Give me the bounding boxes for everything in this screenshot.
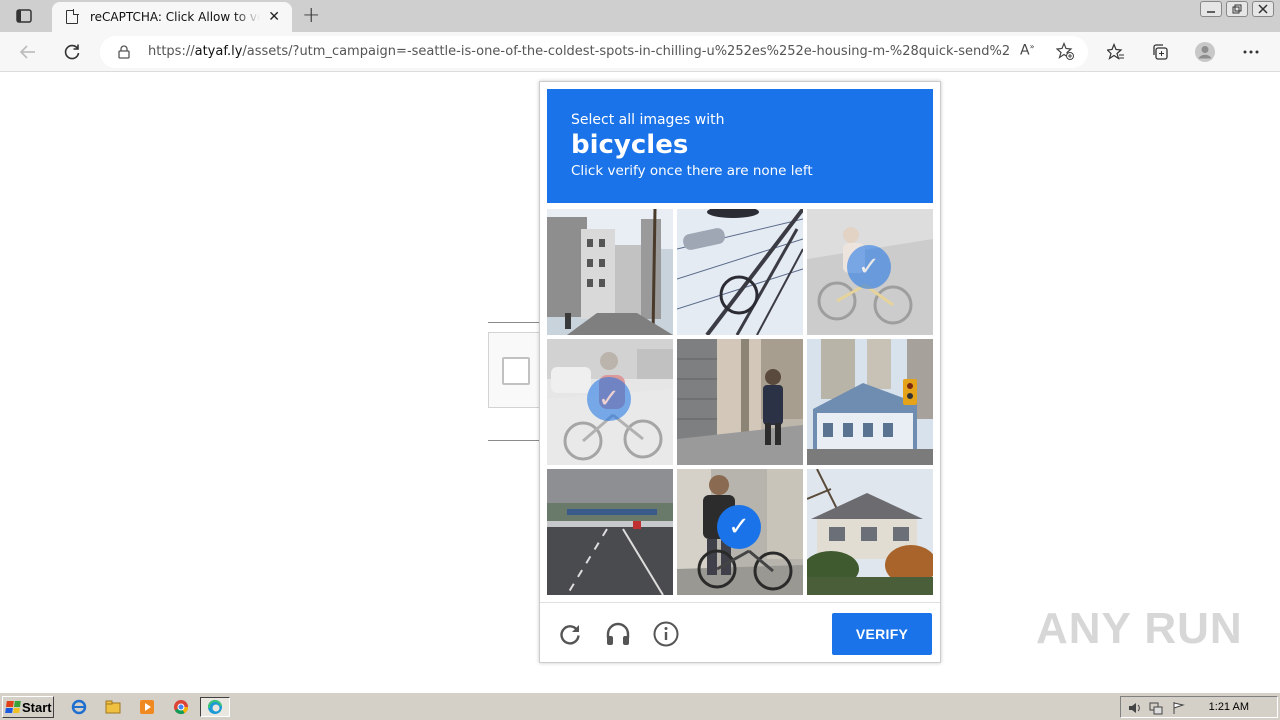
tile-5[interactable] [677,339,803,465]
tile-1[interactable] [547,209,673,335]
windows-logo-icon [5,701,21,713]
image-grid: ✓ ✓ ✓ [547,209,933,595]
tile-7[interactable] [547,469,673,595]
tile-3[interactable]: ✓ [807,209,933,335]
tab-title: reCAPTCHA: Click Allow to verify [90,10,260,24]
selected-check-icon: ✓ [587,377,631,421]
challenge-instruction: Click verify once there are none left [571,163,813,179]
tile-6[interactable] [807,339,933,465]
tab-close-icon[interactable]: ✕ [268,9,280,25]
selected-check-icon: ✓ [847,245,891,289]
restore-button[interactable] [1226,1,1248,17]
info-icon[interactable] [651,619,681,649]
volume-icon[interactable] [1127,700,1141,719]
reload-icon[interactable] [555,619,585,649]
recaptcha-challenge: Select all images with bicycles Click ve… [539,81,941,663]
add-favorite-icon[interactable] [1055,41,1074,64]
window-controls [1200,0,1274,17]
page-icon [66,9,79,24]
headphones-icon[interactable] [603,619,633,649]
divider-line [488,322,540,323]
network-icon[interactable] [1149,700,1163,719]
tile-2[interactable] [677,209,803,335]
folder-icon[interactable] [102,697,124,717]
start-button[interactable]: Start [2,696,54,718]
street-buildings-icon [547,209,673,335]
collections-icon[interactable] [1149,41,1171,63]
divider-line [488,440,540,441]
start-label: Start [22,699,52,715]
close-window-button[interactable] [1252,1,1274,17]
lock-icon [118,45,130,59]
system-tray: 1:21 AM [1120,696,1278,718]
challenge-target: bicycles [571,130,689,160]
active-tab[interactable]: reCAPTCHA: Click Allow to verify ✕ [52,2,292,32]
read-aloud-icon[interactable]: A» [1020,42,1034,59]
challenge-prompt: Select all images with [571,112,725,128]
url-text: https://atyaf.ly/assets/?utm_campaign=-s… [148,44,1010,59]
challenge-header: Select all images with bicycles Click ve… [547,89,933,203]
tile-9[interactable] [807,469,933,595]
verify-button[interactable]: VERIFY [832,613,932,655]
windows-taskbar: Start 1:21 AM [0,692,1280,720]
clock: 1:21 AM [1208,701,1249,713]
back-arrow-icon[interactable] [16,40,40,64]
tile-8[interactable]: ✓ [677,469,803,595]
tile-4[interactable]: ✓ [547,339,673,465]
action-center-flag-icon[interactable] [1171,700,1185,719]
more-menu-icon[interactable] [1240,41,1262,63]
new-tab-button[interactable]: + [302,3,320,28]
highway-icon [547,469,673,595]
edge-taskbar-icon[interactable] [200,697,230,717]
street-lamp-icon [677,209,803,335]
internet-explorer-icon[interactable] [68,697,90,717]
tab-strip: reCAPTCHA: Click Allow to verify ✕ + [0,0,1280,32]
profile-avatar-icon[interactable] [1194,41,1216,63]
pedestrian-icon [677,339,803,465]
selected-check-icon: ✓ [717,505,761,549]
favorites-icon[interactable] [1105,41,1127,63]
minimize-button[interactable] [1200,1,1222,17]
im-not-a-robot-checkbox[interactable] [502,357,530,385]
traffic-light-icon [807,339,933,465]
chrome-icon[interactable] [170,697,192,717]
tab-actions-icon[interactable] [10,6,38,26]
house-trees-icon [807,469,933,595]
anyrun-watermark: ANY RUN [1036,604,1243,653]
browser-toolbar: https://atyaf.ly/assets/?utm_campaign=-s… [0,32,1280,72]
page-content: Select all images with bicycles Click ve… [0,72,1280,692]
refresh-icon[interactable] [60,40,84,64]
media-player-icon[interactable] [136,697,158,717]
address-bar[interactable]: https://atyaf.ly/assets/?utm_campaign=-s… [100,36,1088,68]
recaptcha-anchor-card [488,332,540,408]
challenge-footer: VERIFY [540,602,940,663]
